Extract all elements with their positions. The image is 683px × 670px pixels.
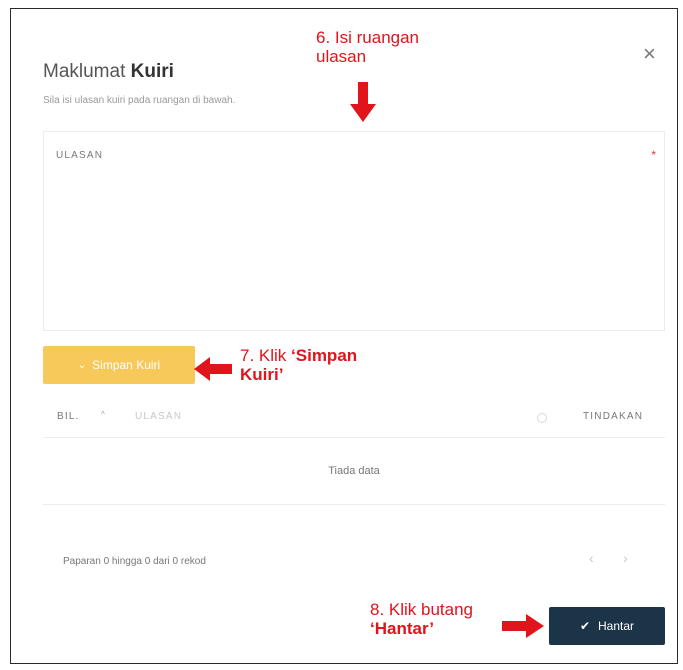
title-prefix: Maklumat <box>43 61 131 82</box>
simpan-kuiri-label: Simpan Kuiri <box>92 358 161 372</box>
annotation-step-7-bold1: ‘Simpan <box>291 346 358 365</box>
column-bil[interactable]: BIL. <box>57 411 80 422</box>
arrow-down-icon <box>350 82 376 122</box>
check-icon: ✔ <box>579 619 591 633</box>
title-bold: Kuiri <box>130 61 174 82</box>
query-modal: Maklumat Kuiri Sila isi ulasan kuiri pad… <box>10 8 678 664</box>
column-ulasan[interactable]: ULASAN <box>135 411 182 422</box>
column-tindakan: TINDAKAN <box>583 411 644 422</box>
ulasan-field-label: ULASAN <box>56 150 104 161</box>
annotation-step-6: 6. Isi ruangan ulasan <box>316 28 419 66</box>
annotation-step-7: 7. Klik ‘Simpan Kuiri’ <box>240 346 357 384</box>
modal-title: Maklumat Kuiri <box>43 61 174 83</box>
arrow-right-icon <box>502 614 544 638</box>
modal-subtitle: Sila isi ulasan kuiri pada ruangan di ba… <box>43 95 236 106</box>
annotation-step-8-bold: ‘Hantar’ <box>370 619 434 638</box>
annotation-step-8-line1: 8. Klik butang <box>370 600 474 619</box>
hantar-button[interactable]: ✔ Hantar <box>549 607 665 645</box>
simpan-kuiri-button[interactable]: ⌄ Simpan Kuiri <box>43 346 195 384</box>
annotation-step-6-line2: ulasan <box>316 47 367 66</box>
annotation-step-7-bold2: Kuiri’ <box>240 365 284 384</box>
prev-page-icon[interactable]: ‹ <box>589 550 594 566</box>
annotation-step-7-prefix: 7. Klik <box>240 346 292 365</box>
next-page-icon[interactable]: › <box>623 550 628 566</box>
hantar-label: Hantar <box>598 619 635 633</box>
annotation-step-6-line1: 6. Isi ruangan <box>316 28 420 47</box>
table-header: BIL. ^ ULASAN TINDAKAN <box>43 399 665 438</box>
chevron-down-icon: ⌄ <box>77 359 87 371</box>
sort-ascending-icon[interactable]: ^ <box>101 410 105 419</box>
annotation-step-8: 8. Klik butang ‘Hantar’ <box>370 600 473 638</box>
required-marker: * <box>651 148 656 162</box>
empty-table-message: Tiada data <box>43 438 665 505</box>
ulasan-textarea[interactable]: ULASAN * <box>43 131 665 331</box>
close-icon[interactable]: × <box>643 43 656 65</box>
pagination-summary: Paparan 0 hingga 0 dari 0 rekod <box>63 556 206 567</box>
sort-toggle-icon[interactable] <box>537 413 547 423</box>
arrow-left-icon <box>194 357 232 381</box>
